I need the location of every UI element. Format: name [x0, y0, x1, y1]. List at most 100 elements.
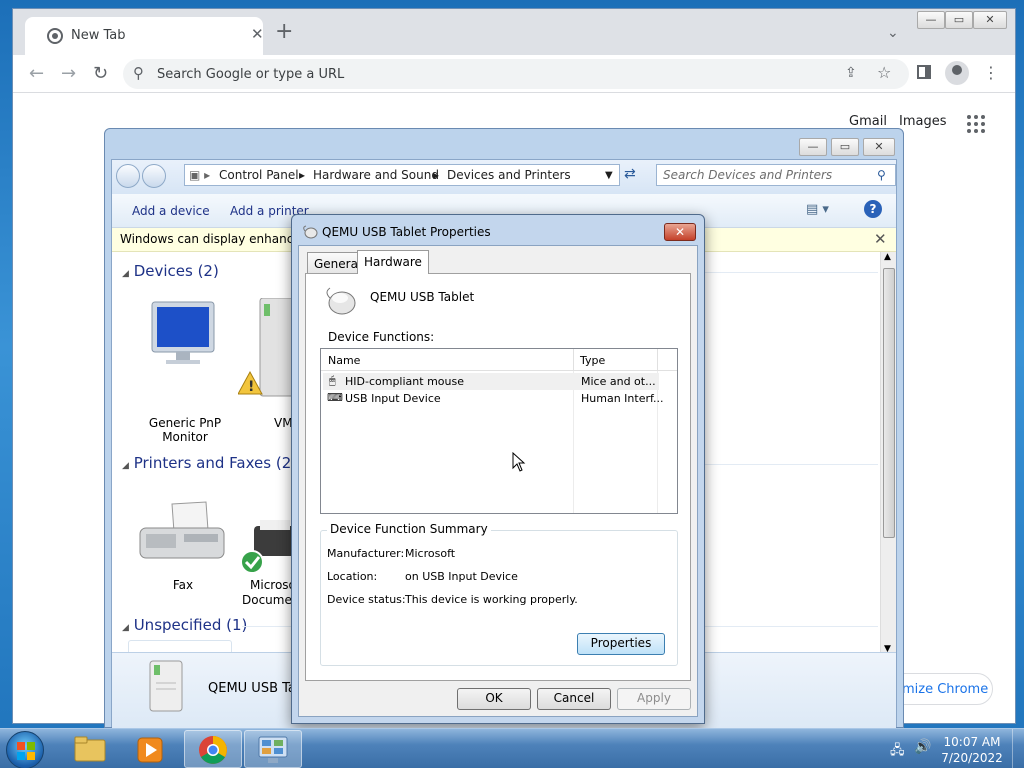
profile-avatar-icon[interactable]: [945, 61, 969, 85]
svg-text:!: !: [248, 379, 254, 395]
show-desktop-button[interactable]: [1012, 729, 1024, 768]
minimize-button[interactable]: —: [917, 11, 945, 29]
vm-computer-icon[interactable]: !: [238, 298, 298, 402]
breadcrumb-hardware-sound[interactable]: Hardware and Sound: [313, 168, 439, 182]
list-item-type: Human Interf...: [581, 392, 664, 405]
explorer-maximize-button[interactable]: ▭: [831, 138, 859, 156]
location-label: Location:: [327, 570, 378, 583]
taskbar-chrome[interactable]: [184, 730, 242, 768]
details-device-icon: [149, 660, 183, 712]
apply-button[interactable]: Apply: [617, 688, 691, 710]
customize-chrome-button[interactable]: mize Chrome: [889, 673, 993, 705]
windows-logo-icon: [17, 742, 35, 760]
tab-hardware[interactable]: Hardware: [357, 250, 429, 274]
group-printers-header[interactable]: ◢ Printers and Faxes (2): [122, 454, 297, 472]
reload-icon[interactable]: ↻: [93, 63, 108, 84]
breadcrumb[interactable]: ▣ ▸ Control Panel ▸ Hardware and Sound ▸…: [184, 164, 620, 186]
list-item[interactable]: 🖱 HID-compliant mouse Mice and ot...: [323, 373, 659, 390]
dialog-close-button[interactable]: ✕: [664, 223, 696, 241]
view-options-icon[interactable]: ▤ ▾: [806, 202, 829, 217]
device-functions-list[interactable]: Name Type 🖱 HID-compliant mouse Mice and…: [320, 348, 678, 514]
breadcrumb-control-panel[interactable]: Control Panel: [219, 168, 299, 182]
clock-date[interactable]: 7/20/2022: [940, 751, 1004, 765]
group-unspecified-header[interactable]: ◢ Unspecified (1): [122, 616, 247, 634]
device-fax-label: Fax: [128, 578, 238, 592]
list-item-type: Mice and ot...: [581, 375, 656, 388]
tab-title: New Tab: [71, 28, 126, 43]
list-item[interactable]: ⌨ USB Input Device Human Interf...: [323, 390, 664, 407]
group-unspecified-label: Unspecified (1): [133, 616, 248, 634]
search-devices-placeholder: Search Devices and Printers: [663, 168, 833, 182]
refresh-icon[interactable]: ⇄: [624, 166, 636, 182]
cancel-button[interactable]: Cancel: [537, 688, 611, 710]
start-button[interactable]: [6, 731, 44, 768]
hardware-tab-page: QEMU USB Tablet Device Functions: Name T…: [305, 273, 691, 681]
group-devices-header[interactable]: ◢ Devices (2): [122, 262, 219, 280]
status-value: This device is working properly.: [405, 593, 578, 606]
omnibox[interactable]: ⚲ Search Google or type a URL ⇪ ☆: [123, 59, 909, 89]
device-function-summary: Device Function Summary Manufacturer: Mi…: [320, 522, 678, 666]
group-devices-label: Devices (2): [133, 262, 219, 280]
tab-close-icon[interactable]: ✕: [251, 25, 264, 43]
device-mouse-icon: [326, 287, 356, 315]
share-icon[interactable]: ⇪: [845, 65, 857, 81]
google-apps-icon[interactable]: [967, 115, 985, 133]
column-type-header[interactable]: Type: [580, 354, 605, 367]
help-icon[interactable]: ?: [864, 200, 882, 218]
media-player-icon: [137, 737, 163, 763]
ok-button[interactable]: OK: [457, 688, 531, 710]
chrome-menu-icon[interactable]: ⋮: [983, 63, 999, 82]
restore-button[interactable]: ▭: [945, 11, 973, 29]
images-link[interactable]: Images: [899, 114, 947, 129]
device-monitor-name: Generic PnP Monitor: [148, 416, 222, 444]
search-devices-input[interactable]: Search Devices and Printers ⚲: [656, 164, 896, 186]
clock-time[interactable]: 10:07 AM: [940, 735, 1004, 749]
scroll-up-icon[interactable]: ▲: [884, 252, 891, 262]
volume-icon[interactable]: 🔊: [914, 739, 931, 755]
add-device-button[interactable]: Add a device: [132, 204, 210, 218]
fax-icon[interactable]: [136, 500, 228, 566]
new-tab-button[interactable]: +: [275, 21, 293, 43]
tab-new-tab[interactable]: New Tab ✕: [25, 17, 264, 55]
taskbar-media-player[interactable]: [120, 730, 178, 768]
back-icon[interactable]: ←: [29, 63, 44, 84]
taskbar-explorer[interactable]: [60, 730, 118, 768]
mouse-cursor-icon: [512, 452, 526, 472]
list-header: Name Type: [321, 349, 677, 371]
xps-printer-icon[interactable]: [238, 518, 298, 578]
side-panel-icon[interactable]: [917, 65, 931, 79]
chrome-tab-strip: New Tab ✕ + ⌄ — ▭ ✕: [13, 9, 1015, 55]
tab-search-icon[interactable]: ⌄: [887, 25, 899, 41]
forward-icon[interactable]: →: [61, 63, 76, 84]
address-bar-area: ▣ ▸ Control Panel ▸ Hardware and Sound ▸…: [112, 160, 896, 194]
column-divider[interactable]: [573, 349, 574, 371]
column-divider[interactable]: [657, 349, 658, 371]
omnibox-placeholder: Search Google or type a URL: [157, 67, 345, 82]
scrollbar-thumb[interactable]: [883, 268, 895, 538]
taskbar-control-panel[interactable]: [244, 730, 302, 768]
breadcrumb-devices-printers[interactable]: Devices and Printers: [447, 168, 571, 182]
info-bar-text: Windows can display enhanced d: [120, 232, 320, 246]
explorer-scrollbar[interactable]: ▲ ▼: [880, 252, 896, 656]
close-button[interactable]: ✕: [973, 11, 1007, 29]
info-bar-close-icon[interactable]: ✕: [874, 230, 887, 248]
breadcrumb-sep-icon: ▸: [433, 168, 440, 182]
explorer-minimize-button[interactable]: —: [799, 138, 827, 156]
forward-button[interactable]: [142, 164, 166, 188]
search-icon[interactable]: ⚲: [877, 168, 886, 182]
details-device-name: QEMU USB Ta: [208, 681, 296, 696]
input-device-icon: ⌨: [327, 391, 343, 404]
properties-button[interactable]: Properties: [577, 633, 665, 655]
explorer-close-button[interactable]: ✕: [863, 138, 895, 156]
monitor-icon[interactable]: [148, 300, 220, 368]
column-name-header[interactable]: Name: [328, 354, 360, 367]
control-panel-icon: [258, 736, 288, 763]
gmail-link[interactable]: Gmail: [849, 114, 887, 129]
history-dropdown-icon[interactable]: ▼: [605, 170, 613, 181]
bookmark-star-icon[interactable]: ☆: [877, 63, 891, 82]
search-icon: ⚲: [133, 64, 144, 82]
manufacturer-label: Manufacturer:: [327, 547, 405, 560]
location-value: on USB Input Device: [405, 570, 518, 583]
back-button[interactable]: [116, 164, 140, 188]
network-icon[interactable]: 🖧: [890, 741, 905, 763]
